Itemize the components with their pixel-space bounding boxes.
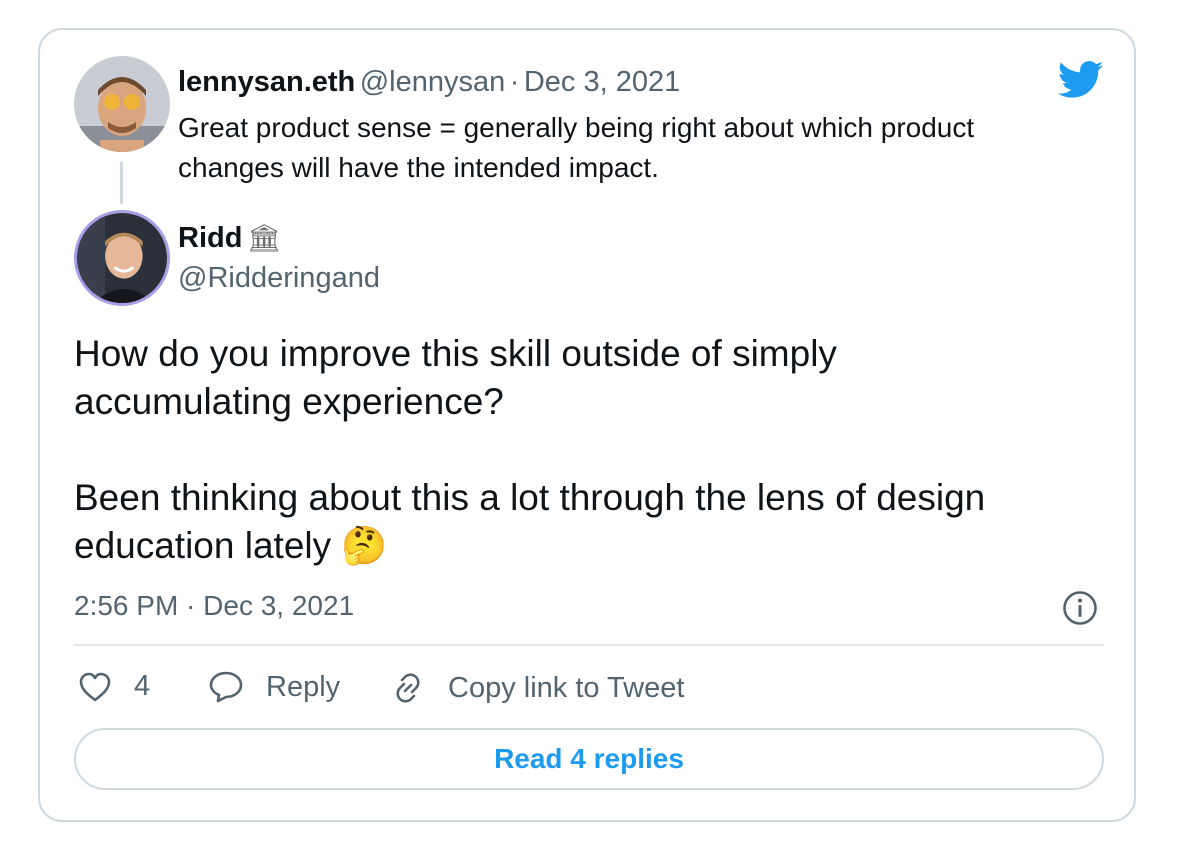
read-replies-button[interactable]: Read 4 replies bbox=[74, 728, 1104, 790]
actions-divider bbox=[74, 644, 1104, 646]
quoted-date[interactable]: Dec 3, 2021 bbox=[524, 66, 680, 98]
info-icon[interactable] bbox=[1062, 590, 1098, 626]
tweet-timestamp[interactable]: 2:56 PM · Dec 3, 2021 bbox=[74, 590, 354, 622]
like-count: 4 bbox=[134, 670, 151, 702]
tweet-author-handle[interactable]: @Ridderingand bbox=[178, 262, 380, 295]
copy-link-label: Copy link to Tweet bbox=[448, 671, 685, 704]
copy-link-button[interactable]: Copy link to Tweet bbox=[390, 670, 684, 706]
quoted-separator: · bbox=[509, 66, 520, 98]
tweet-card: lennysan.eth @lennysan · Dec 3, 2021 Gre… bbox=[38, 28, 1136, 822]
like-button[interactable]: 4 bbox=[78, 670, 150, 703]
reply-button[interactable]: Reply bbox=[208, 670, 340, 704]
tweet-author-name[interactable]: Ridd bbox=[178, 222, 242, 254]
tweet-text-paragraph-1: How do you improve this skill outside of… bbox=[74, 333, 837, 422]
building-badge-icon: 🏛 bbox=[246, 223, 282, 253]
link-icon bbox=[390, 670, 426, 706]
tweet-author-row: Ridd 🏛 bbox=[178, 222, 281, 255]
tweet-text-paragraph-2: Been thinking about this a lot through t… bbox=[74, 477, 986, 566]
tweet-text-paragraph-2-wrap: Been thinking about this a lot through t… bbox=[74, 474, 1074, 570]
reply-icon bbox=[208, 670, 244, 704]
reply-label: Reply bbox=[266, 670, 341, 703]
heart-icon bbox=[78, 671, 112, 703]
lennysan-avatar[interactable] bbox=[74, 56, 170, 152]
twitter-bird-icon[interactable] bbox=[1057, 60, 1104, 100]
thread-line bbox=[120, 162, 123, 204]
thinking-face-emoji: 🤔 bbox=[341, 525, 388, 566]
ridd-avatar[interactable] bbox=[74, 210, 170, 306]
quoted-author-name[interactable]: lennysan.eth bbox=[178, 66, 355, 98]
quoted-header: lennysan.eth @lennysan · Dec 3, 2021 bbox=[178, 66, 680, 99]
quoted-author-handle[interactable]: @lennysan bbox=[360, 66, 506, 98]
read-replies-label: Read 4 replies bbox=[494, 743, 684, 774]
quoted-tweet-text: Great product sense = generally being ri… bbox=[178, 112, 975, 183]
